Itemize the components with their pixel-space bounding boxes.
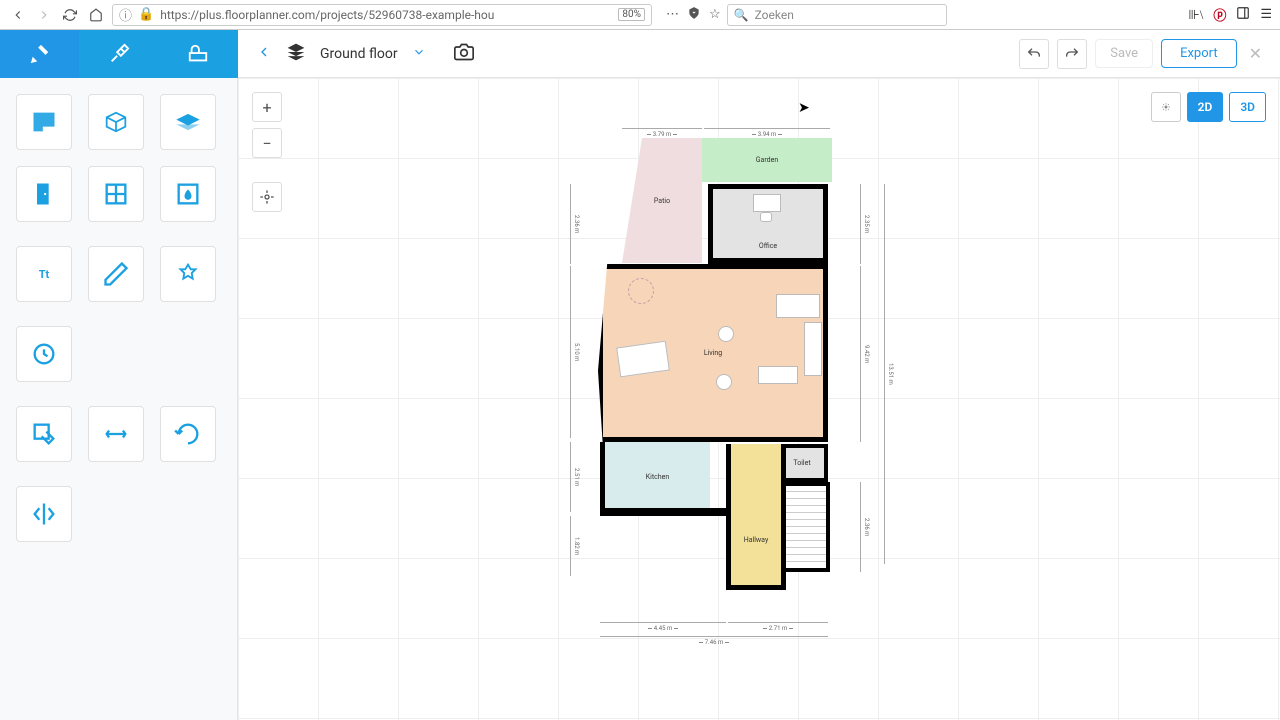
sidebar-icon[interactable]: [1236, 6, 1250, 24]
chair[interactable]: [760, 212, 772, 222]
draw-room-tool[interactable]: [16, 94, 72, 150]
dim-top-left: 3.79 m: [622, 128, 702, 138]
window-tool[interactable]: [88, 166, 144, 222]
sofa-2[interactable]: [804, 322, 822, 376]
wall: [600, 508, 732, 516]
text-tool[interactable]: Tt: [16, 246, 72, 302]
dim-top-right: 3.94 m: [704, 128, 830, 138]
pencil-tool[interactable]: [88, 246, 144, 302]
canvas[interactable]: + − 2D 3D ➤ Garden Patio Office Living K…: [238, 78, 1280, 720]
room-kitchen[interactable]: Kitchen: [600, 442, 710, 512]
home-button[interactable]: [86, 5, 106, 25]
dimension-tool[interactable]: [88, 406, 144, 462]
floor-dropdown-icon[interactable]: [412, 44, 426, 63]
desk[interactable]: [753, 194, 781, 212]
layers-icon[interactable]: [286, 42, 306, 66]
search-box[interactable]: 🔍 Zoeken: [727, 4, 947, 26]
view-settings-button[interactable]: [1151, 92, 1181, 122]
dim-right-lower: 2.36 m: [860, 482, 870, 572]
browser-chrome: ⓘ 🔒 https://plus.floorplanner.com/projec…: [0, 0, 1280, 30]
forward-button[interactable]: [34, 5, 54, 25]
room-patio[interactable]: Patio: [622, 138, 702, 263]
dim-bottom-right: 2.71 m: [728, 622, 828, 632]
sidebar: Tt: [0, 78, 238, 720]
url-bar[interactable]: ⓘ 🔒 https://plus.floorplanner.com/projec…: [112, 4, 652, 26]
star-icon[interactable]: ☆: [709, 7, 721, 22]
stairs[interactable]: [786, 482, 830, 572]
zoom-level[interactable]: 80%: [618, 8, 645, 21]
view-2d-button[interactable]: 2D: [1187, 92, 1224, 122]
floor-label: Ground floor: [320, 46, 398, 62]
mode-tabs: [0, 30, 238, 78]
dim-left-lower: 2.51 m: [570, 442, 580, 512]
plant[interactable]: [628, 278, 654, 304]
dim-bottom-total: 7.46 m: [600, 636, 828, 646]
reload-button[interactable]: [60, 5, 80, 25]
close-icon[interactable]: ✕: [1245, 44, 1266, 63]
dim-left-mid: 5.10 m: [570, 266, 580, 438]
floorplan[interactable]: Garden Patio Office Living Kitchen Toile…: [578, 106, 878, 636]
save-button: Save: [1095, 39, 1153, 68]
draw-surface-tool[interactable]: [160, 94, 216, 150]
url-actions: ⋯ ☆: [666, 6, 721, 24]
scale-tool[interactable]: [16, 326, 72, 382]
camera-icon[interactable]: [454, 42, 474, 66]
dim-bottom-left: 4.45 m: [600, 622, 726, 632]
app-header: Ground floor Save Export ✕: [0, 30, 1280, 78]
back-button[interactable]: [8, 5, 28, 25]
dim-left-bottom: 1.82 m: [570, 516, 580, 576]
door-tool[interactable]: [16, 166, 72, 222]
camera-point-tool[interactable]: [160, 246, 216, 302]
coffee-table[interactable]: [758, 366, 798, 384]
info-icon: ⓘ: [119, 5, 132, 24]
lock-icon: 🔒: [138, 7, 154, 22]
build-tab[interactable]: [0, 30, 79, 78]
zoom-out-button[interactable]: −: [252, 128, 282, 158]
dim-right-total: 13.51 m: [884, 184, 894, 564]
sofa[interactable]: [776, 294, 820, 318]
edit-tool[interactable]: [16, 406, 72, 462]
pinterest-icon[interactable]: ⓟ: [1213, 5, 1226, 24]
dim-right-upper: 2.35 m: [860, 184, 870, 264]
search-placeholder: Zoeken: [755, 8, 794, 22]
dim-left-upper: 2.36 m: [570, 184, 580, 264]
pocket-icon[interactable]: [687, 6, 701, 24]
undo-button[interactable]: [1019, 39, 1049, 69]
rotate-tool[interactable]: [160, 406, 216, 462]
url-text: https://plus.floorplanner.com/projects/5…: [160, 8, 494, 22]
library-icon[interactable]: ⊪\: [1188, 7, 1203, 23]
room-garden[interactable]: Garden: [702, 138, 832, 182]
zoom-in-button[interactable]: +: [252, 92, 282, 122]
fireplace-tool[interactable]: [160, 166, 216, 222]
round-chair[interactable]: [716, 374, 732, 390]
locate-button[interactable]: [252, 182, 282, 212]
view-3d-button[interactable]: 3D: [1229, 92, 1266, 122]
main: Tt + − 2D 3D ➤ Garden: [0, 78, 1280, 720]
back-chevron-icon[interactable]: [256, 44, 272, 64]
decorate-tab[interactable]: [79, 30, 158, 78]
menu-icon[interactable]: ☰: [1260, 7, 1272, 22]
redo-button[interactable]: [1057, 39, 1087, 69]
mirror-tool[interactable]: [16, 486, 72, 542]
furniture-tab[interactable]: [159, 30, 238, 78]
room-hallway[interactable]: Hallway: [726, 444, 786, 590]
draw-wall-tool[interactable]: [88, 94, 144, 150]
more-icon[interactable]: ⋯: [666, 7, 679, 22]
dim-right-mid: 9.42 m: [860, 266, 870, 442]
round-table[interactable]: [718, 326, 734, 342]
search-icon: 🔍: [734, 8, 749, 22]
export-button[interactable]: Export: [1161, 39, 1237, 68]
